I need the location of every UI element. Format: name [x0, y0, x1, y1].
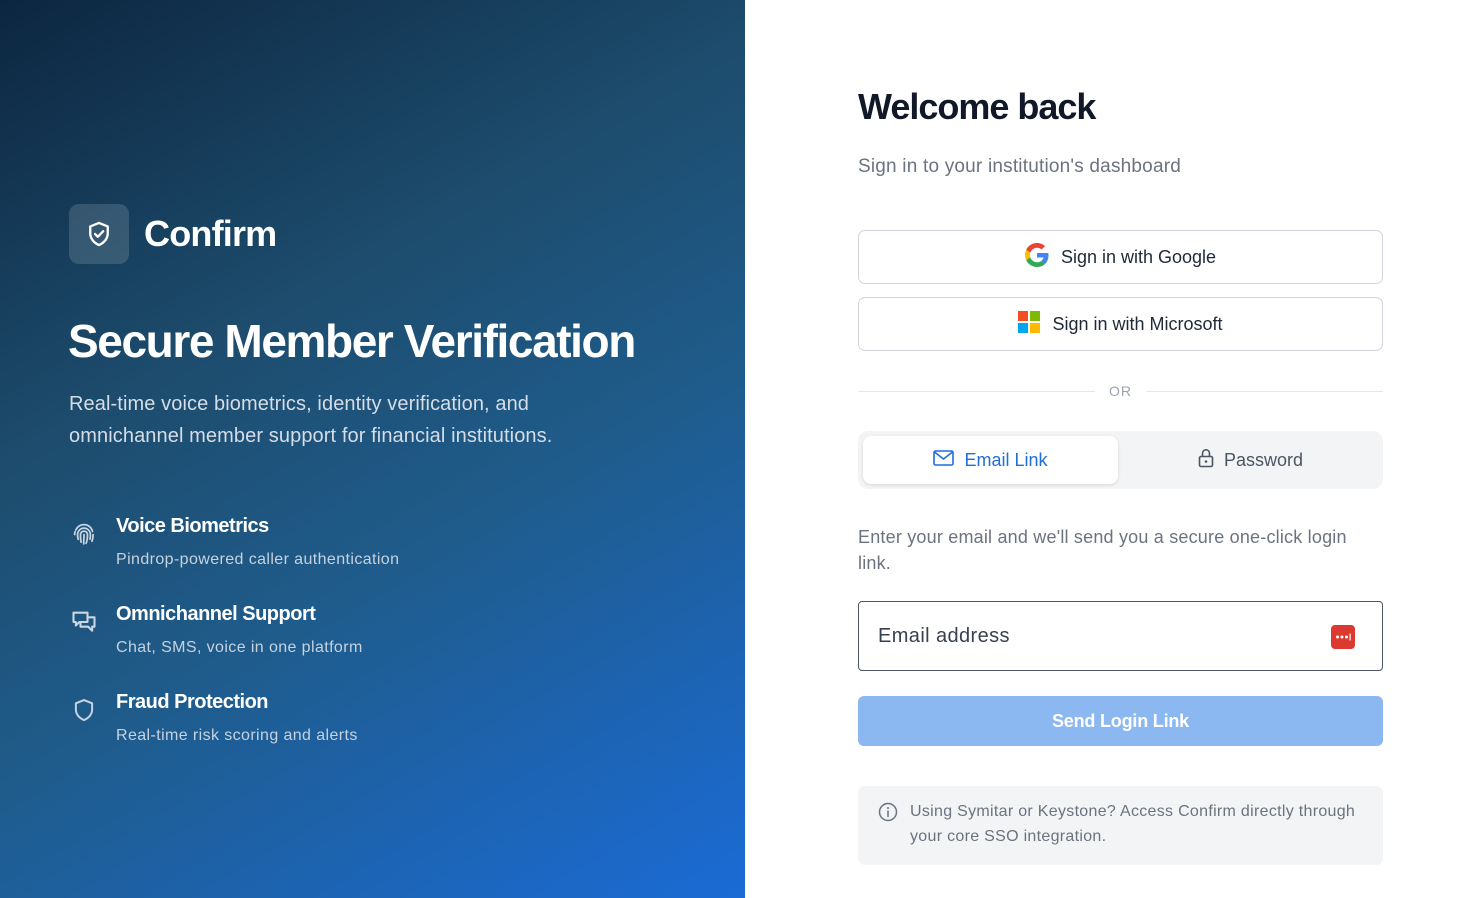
- shield-icon: [69, 695, 99, 725]
- google-signin-button[interactable]: Sign in with Google: [858, 230, 1383, 284]
- lock-icon: [1198, 448, 1214, 473]
- shield-check-icon: [69, 204, 129, 264]
- password-manager-icon[interactable]: [1331, 625, 1355, 649]
- email-input[interactable]: [859, 602, 1382, 670]
- page-subtitle: Sign in to your institution's dashboard: [858, 156, 1182, 177]
- login-method-tabs: Email Link Password: [858, 431, 1383, 489]
- feature-title: Omnichannel Support: [116, 603, 316, 625]
- divider-line: [1146, 391, 1383, 392]
- feature-description: Real-time risk scoring and alerts: [116, 727, 358, 744]
- info-icon: [878, 802, 900, 824]
- google-icon: [1024, 242, 1049, 272]
- marketing-panel: Confirm Secure Member Verification Real-…: [0, 0, 745, 898]
- feature-description: Pindrop-powered caller authentication: [116, 551, 400, 568]
- email-field: [858, 601, 1383, 671]
- sso-info-box: Using Symitar or Keystone? Access Confir…: [858, 786, 1383, 865]
- google-signin-label: Sign in with Google: [1060, 246, 1217, 267]
- tab-label: Email Link: [964, 449, 1048, 470]
- send-login-link-button[interactable]: Send Login Link: [858, 696, 1383, 746]
- page-title: Welcome back: [858, 86, 1096, 127]
- sso-info-text: Using Symitar or Keystone? Access Confir…: [910, 803, 1356, 845]
- tab-email-link[interactable]: Email Link: [863, 436, 1118, 484]
- microsoft-icon: [1018, 310, 1041, 338]
- microsoft-signin-button[interactable]: Sign in with Microsoft: [858, 297, 1383, 351]
- chat-icon: [69, 607, 99, 637]
- email-instructions: Enter your email and we'll send you a se…: [858, 527, 1347, 573]
- feature-description: Chat, SMS, voice in one platform: [116, 639, 363, 656]
- login-panel: Welcome back Sign in to your institution…: [745, 0, 1465, 898]
- brand: Confirm: [69, 204, 277, 264]
- hero-title: Secure Member Verification: [68, 315, 636, 367]
- feature-title: Fraud Protection: [116, 691, 269, 713]
- brand-name: Confirm: [144, 213, 277, 254]
- or-divider: OR: [858, 380, 1383, 402]
- microsoft-signin-label: Sign in with Microsoft: [1052, 313, 1223, 334]
- feature-title: Voice Biometrics: [116, 515, 269, 537]
- tab-label: Password: [1223, 449, 1304, 470]
- mail-icon: [933, 449, 955, 471]
- tab-password[interactable]: Password: [1123, 436, 1378, 484]
- fingerprint-icon: [69, 519, 99, 549]
- hero-subtitle: Real-time voice biometrics, identity ver…: [69, 393, 553, 447]
